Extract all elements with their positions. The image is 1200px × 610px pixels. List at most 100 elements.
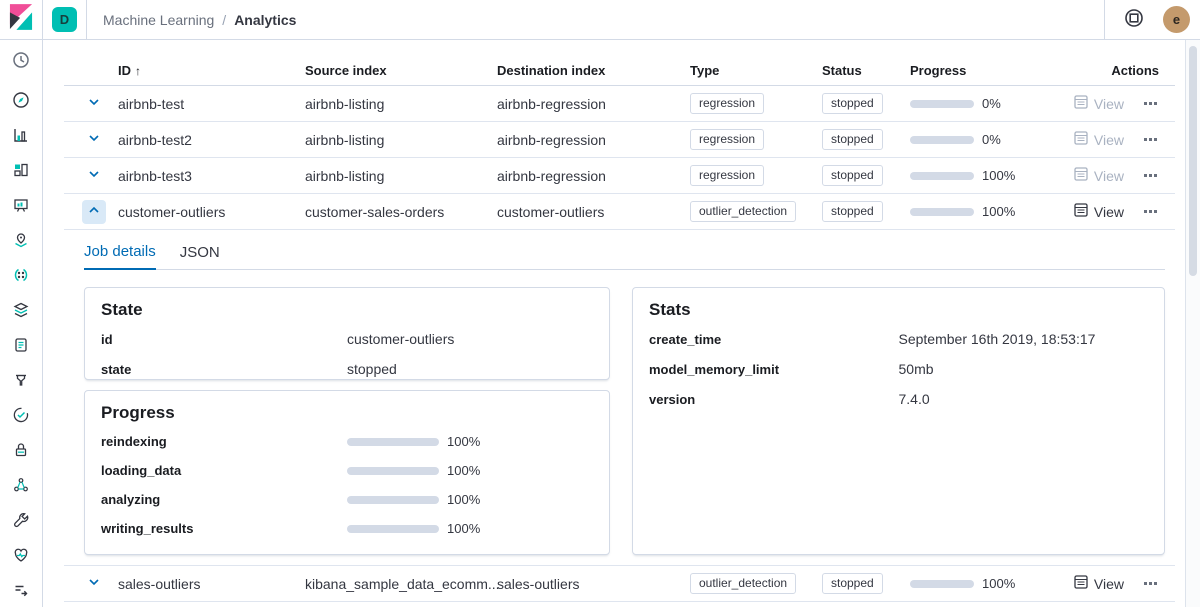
progress-bar — [910, 172, 974, 180]
status-badge: stopped — [822, 93, 883, 114]
state-row-label: state — [101, 362, 347, 377]
progress-percent: 100% — [447, 492, 480, 507]
stats-row-label: model_memory_limit — [649, 362, 899, 377]
sidebar-item-dev-tools[interactable] — [0, 505, 42, 540]
progress-percent: 100% — [982, 204, 1015, 219]
tab-json[interactable]: JSON — [180, 243, 220, 269]
expand-row-button[interactable] — [82, 572, 106, 596]
sidebar-item-monitoring[interactable] — [0, 540, 42, 575]
table-view-icon — [1074, 95, 1088, 112]
column-header-progress[interactable]: Progress — [910, 63, 1070, 78]
tab-job-details[interactable]: Job details — [84, 243, 156, 270]
column-header-id[interactable]: ID↑ — [118, 63, 305, 78]
view-job-button[interactable]: View — [1074, 131, 1124, 148]
row-actions-menu-icon[interactable] — [1142, 208, 1159, 215]
view-job-button[interactable]: View — [1074, 167, 1124, 184]
sidebar-item-logs[interactable] — [0, 330, 42, 365]
breadcrumb-current: Analytics — [234, 12, 296, 28]
job-details-expanded-section: Job details JSON State id customer-outli… — [64, 230, 1175, 566]
table-row: airbnb-test airbnb-listing airbnb-regres… — [64, 86, 1175, 122]
expand-row-button[interactable] — [82, 92, 106, 116]
table-row: sales-outliers kibana_sample_data_ecomm.… — [64, 566, 1175, 602]
table-view-icon — [1074, 203, 1088, 220]
status-badge: stopped — [822, 129, 883, 150]
lock-icon — [12, 441, 30, 464]
progress-row-label: reindexing — [101, 434, 347, 449]
job-details-panels: State id customer-outliers state stopped… — [84, 287, 1165, 555]
column-header-type[interactable]: Type — [690, 63, 822, 78]
sidebar-item-uptime[interactable] — [0, 400, 42, 435]
cell-destination-index: sales-outliers — [497, 576, 690, 592]
sidebar-item-maps[interactable] — [0, 225, 42, 260]
stats-panel-title: Stats — [649, 300, 1148, 320]
scrollbar-thumb[interactable] — [1189, 46, 1197, 276]
sidebar-item-siem[interactable] — [0, 435, 42, 470]
sidebar-item-infrastructure[interactable] — [0, 295, 42, 330]
view-job-button[interactable]: View — [1074, 575, 1124, 592]
logs-scroll-icon — [12, 336, 30, 359]
table-header-row: ID↑ Source index Destination index Type … — [64, 55, 1175, 86]
state-row: state stopped — [101, 361, 593, 377]
sidebar-item-graph[interactable] — [0, 470, 42, 505]
progress-bar — [910, 136, 974, 144]
expand-row-button[interactable] — [82, 164, 106, 188]
cell-id: airbnb-test — [118, 96, 305, 112]
machine-learning-icon — [12, 266, 30, 289]
cell-source-index: customer-sales-orders — [305, 204, 497, 220]
state-row-value: stopped — [347, 361, 593, 377]
state-row: id customer-outliers — [101, 331, 593, 347]
row-actions-menu-icon[interactable] — [1142, 136, 1159, 143]
vertical-scrollbar[interactable] — [1185, 40, 1200, 607]
space-badge[interactable]: D — [52, 7, 77, 32]
column-header-status[interactable]: Status — [822, 63, 910, 78]
cell-id: customer-outliers — [118, 204, 305, 220]
row-actions-menu-icon[interactable] — [1142, 172, 1159, 179]
progress-bar — [910, 580, 974, 588]
cell-destination-index: airbnb-regression — [497, 132, 690, 148]
type-badge: outlier_detection — [690, 201, 796, 222]
progress-row-label: loading_data — [101, 463, 347, 478]
sidebar-item-visualize[interactable] — [0, 120, 42, 155]
table-view-icon — [1074, 131, 1088, 148]
stats-row-label: create_time — [649, 332, 899, 347]
progress-percent: 100% — [982, 576, 1015, 591]
sidebar-item-discover[interactable] — [0, 85, 42, 120]
kibana-logo-icon — [9, 3, 33, 36]
progress-row: reindexing 100% — [101, 434, 593, 449]
kibana-logo-container[interactable] — [0, 0, 43, 39]
user-avatar[interactable]: e — [1163, 6, 1190, 33]
breadcrumb-parent[interactable]: Machine Learning — [103, 12, 214, 28]
progress-bar — [910, 208, 974, 216]
sidebar-item-dashboard[interactable] — [0, 155, 42, 190]
column-header-destination-index[interactable]: Destination index — [497, 63, 690, 78]
view-job-button[interactable]: View — [1074, 203, 1124, 220]
cell-id: airbnb-test3 — [118, 168, 305, 184]
analytics-jobs-panel: ID↑ Source index Destination index Type … — [43, 40, 1185, 607]
space-selector[interactable]: D — [43, 0, 87, 39]
sidebar-item-machine-learning[interactable] — [0, 260, 42, 295]
stats-row-value: September 16th 2019, 18:53:17 — [899, 331, 1149, 347]
clock-check-icon — [12, 406, 30, 429]
sidebar-item-canvas[interactable] — [0, 190, 42, 225]
table-view-icon — [1074, 167, 1088, 184]
sidebar-collapse-toggle[interactable] — [0, 575, 42, 610]
type-badge: regression — [690, 129, 764, 150]
bar-chart-icon — [12, 126, 30, 149]
progress-bar — [347, 467, 439, 475]
sidebar-item-apm[interactable] — [0, 365, 42, 400]
layered-cube-icon — [12, 301, 30, 324]
row-actions-menu-icon[interactable] — [1142, 100, 1159, 107]
stats-row-label: version — [649, 392, 899, 407]
progress-row-label: writing_results — [101, 521, 347, 536]
help-button[interactable] — [1121, 7, 1147, 33]
cell-destination-index: airbnb-regression — [497, 96, 690, 112]
table-row: airbnb-test3 airbnb-listing airbnb-regre… — [64, 158, 1175, 194]
collapse-row-button[interactable] — [82, 200, 106, 224]
expand-row-button[interactable] — [82, 128, 106, 152]
sidebar-item-recently-viewed[interactable] — [0, 40, 42, 85]
row-actions-menu-icon[interactable] — [1142, 580, 1159, 587]
progress-percent: 0% — [982, 132, 1001, 147]
view-job-button[interactable]: View — [1074, 95, 1124, 112]
column-header-source-index[interactable]: Source index — [305, 63, 497, 78]
sort-ascending-icon: ↑ — [135, 64, 141, 78]
